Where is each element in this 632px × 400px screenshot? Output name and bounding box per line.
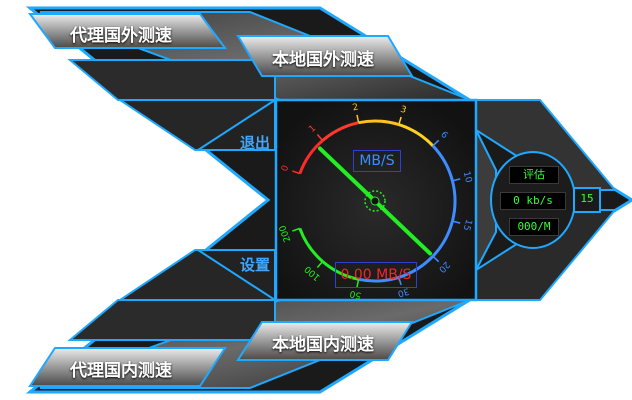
speed-value: 0 kb/s xyxy=(500,192,566,210)
side-value: 15 xyxy=(580,192,594,205)
proxy-domestic-label[interactable]: 代理国内测速 xyxy=(70,356,172,381)
speed-display: 0.00 MB/S xyxy=(335,262,417,288)
rating-label: 评估 xyxy=(509,166,559,184)
unit-text: MB/S xyxy=(359,153,395,169)
proxy-foreign-label[interactable]: 代理国外测速 xyxy=(70,21,172,46)
unit-display: MB/S xyxy=(353,150,401,172)
exit-label[interactable]: 退出 xyxy=(240,132,270,153)
local-foreign-label[interactable]: 本地国外测速 xyxy=(272,45,374,70)
upper-strip-inner xyxy=(67,59,276,101)
lower-strip-inner xyxy=(67,299,276,341)
gauge-hub-center xyxy=(370,196,380,206)
settings-label[interactable]: 设置 xyxy=(240,254,270,275)
ratio-value: 000/M xyxy=(509,218,559,236)
local-domestic-label[interactable]: 本地国内测速 xyxy=(272,330,374,355)
speed-text: 0.00 MB/S xyxy=(340,267,412,283)
